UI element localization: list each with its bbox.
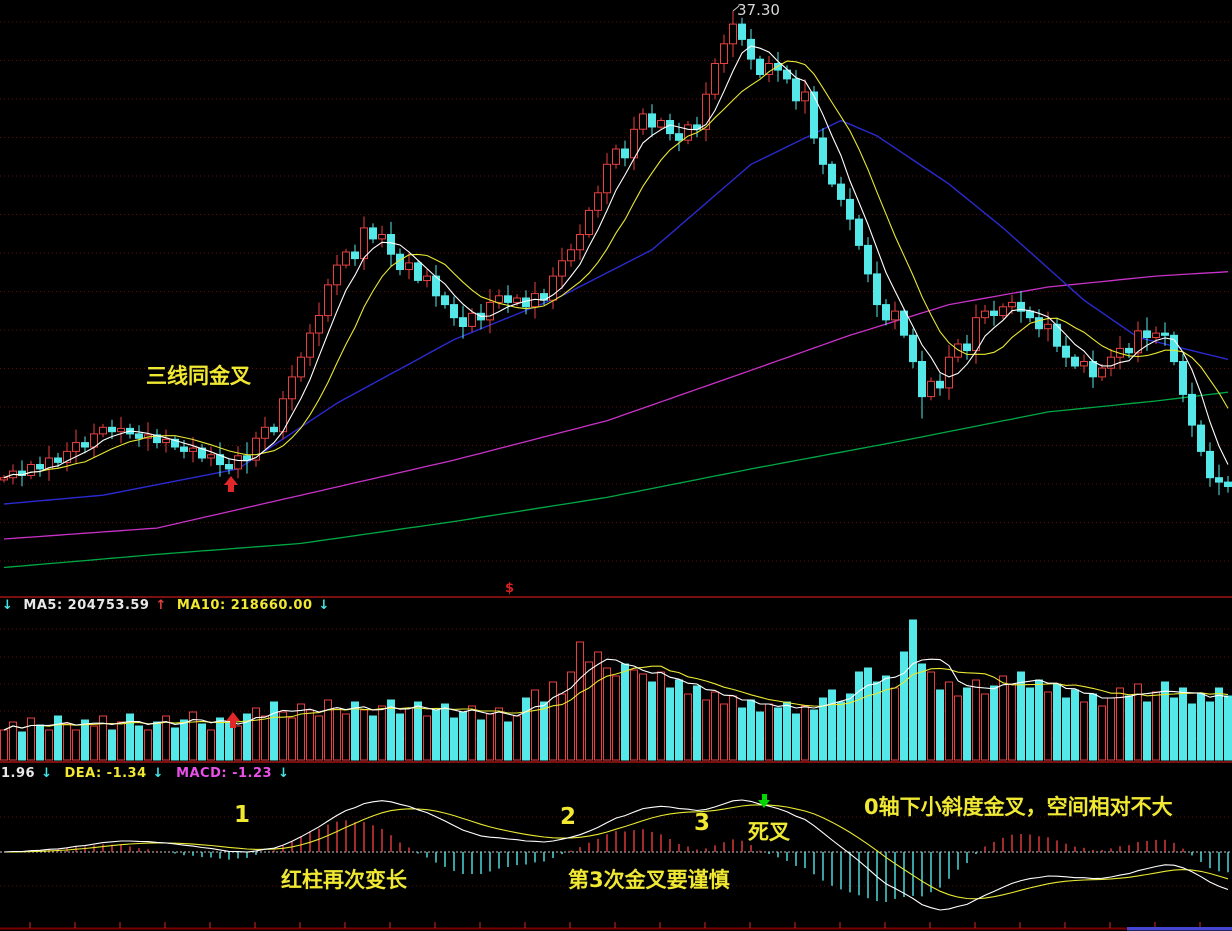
macd-dif-down-arrow-icon: ↓ <box>41 767 52 780</box>
golden-cross-2-label: 2 <box>560 806 576 829</box>
macd-dea-label: DEA: -1.34 <box>64 767 146 780</box>
macd-dea-down-arrow-icon: ↓ <box>153 767 164 780</box>
macd-red-bars-note: 红柱再次变长 <box>281 870 407 891</box>
macd-macd-down-arrow-icon: ↓ <box>278 767 289 780</box>
event-marker-dollar-icon: $ <box>505 582 514 595</box>
annotation-triple-golden-cross: 三线同金叉 <box>146 366 251 387</box>
death-cross-label: 死叉 <box>748 822 790 843</box>
candlesticks <box>1 6 1232 495</box>
volume-ma10-label: MA10: 218660.00 <box>177 599 313 612</box>
volume-lead-down-arrow-icon: ↓ <box>2 599 13 612</box>
peak-price-label: 37.30 <box>737 3 780 18</box>
golden-cross-1-label: 1 <box>234 804 250 827</box>
volume-buy-signal-up-arrow-icon <box>226 712 240 728</box>
volume-header: ↓ MA5: 204753.59 ↑ MA10: 218660.00 ↓ <box>2 599 330 612</box>
macd-third-cross-note: 第3次金叉要谨慎 <box>568 870 730 891</box>
macd-macd-label: MACD: -1.23 <box>176 767 272 780</box>
macd-right-note: 0轴下小斜度金叉，空间相对不大 <box>864 797 1173 818</box>
chart-canvas[interactable] <box>0 0 1232 931</box>
arrow-head <box>224 476 238 485</box>
buy-signal-up-arrow-icon <box>224 476 238 492</box>
volume-ma5-label: MA5: 204753.59 <box>23 599 149 612</box>
macd-dif-value: 1.96 <box>1 767 35 780</box>
arrow-stem <box>230 721 236 728</box>
macd-header: 1.96 ↓ DEA: -1.34 ↓ MACD: -1.23 ↓ <box>1 767 290 780</box>
bottom-axis <box>0 922 1232 931</box>
volume-ma10-down-arrow-icon: ↓ <box>319 599 330 612</box>
arrow-head <box>226 712 240 721</box>
arrow-stem <box>228 485 234 492</box>
arrow-head <box>758 800 770 808</box>
stock-chart-app: 37.30 三线同金叉 $ ↓ MA5: 204753.59 ↑ MA10: 2… <box>0 0 1232 931</box>
death-cross-down-arrow-icon <box>758 794 770 808</box>
golden-cross-3-label: 3 <box>694 812 710 835</box>
volume-ma5-up-arrow-icon: ↑ <box>155 599 166 612</box>
long-moving-averages <box>4 121 1228 568</box>
scrollbar-thumb[interactable] <box>1127 927 1232 931</box>
volume-bars <box>1 620 1232 760</box>
